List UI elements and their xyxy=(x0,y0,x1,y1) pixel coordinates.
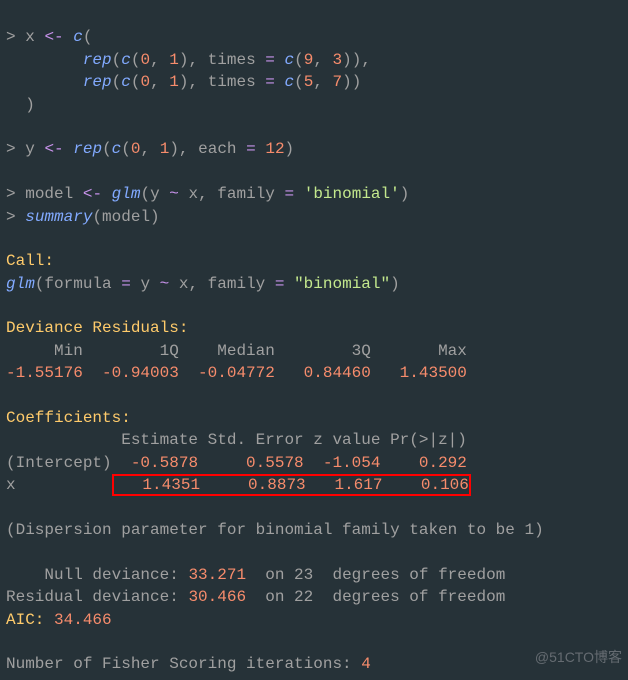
fn-rep: rep xyxy=(83,73,112,91)
highlight-box: 1.4351 0.8873 1.617 0.106 xyxy=(112,474,471,496)
var-x: x xyxy=(25,28,35,46)
dispersion-note: (Dispersion parameter for binomial famil… xyxy=(6,521,544,539)
resid-deviance-row: Residual deviance: 30.466 on 22 degrees … xyxy=(6,588,505,606)
coef-x-row: x 1.4351 0.8873 1.617 0.106 xyxy=(6,474,471,496)
watermark: @51CTO博客 xyxy=(535,648,622,668)
code-line: > x <- c( xyxy=(6,28,92,46)
fn-c: c xyxy=(73,28,83,46)
var-model: model xyxy=(25,185,73,203)
prompt: > xyxy=(6,28,16,46)
fn-rep: rep xyxy=(73,140,102,158)
coefficients-header: Estimate Std. Error z value Pr(>|z|) xyxy=(6,431,467,449)
aic-row: AIC: 34.466 xyxy=(6,611,112,629)
deviance-values: -1.55176 -0.94003 -0.04772 0.84460 1.435… xyxy=(6,364,486,382)
fn-summary: summary xyxy=(25,208,92,226)
code-line: > model <- glm(y ~ x, family = 'binomial… xyxy=(6,185,409,203)
code-line: ) xyxy=(6,96,35,114)
r-console-output: > x <- c( rep(c(0, 1), times = c(9, 3)),… xyxy=(0,0,628,680)
var-y: y xyxy=(25,140,35,158)
deviance-header: Min 1Q Median 3Q Max xyxy=(6,342,486,360)
coefficients-title: Coefficients: xyxy=(6,409,131,427)
coef-intercept-row: (Intercept) -0.5878 0.5578 -1.054 0.292 xyxy=(6,454,467,472)
code-line: rep(c(0, 1), times = c(5, 7)) xyxy=(6,73,361,91)
code-line: rep(c(0, 1), times = c(9, 3)), xyxy=(6,51,371,69)
assign-op: <- xyxy=(44,28,63,46)
fisher-row: Number of Fisher Scoring iterations: 4 xyxy=(6,655,371,673)
output-call: glm(formula = y ~ x, family = "binomial"… xyxy=(6,275,400,293)
code-line: > y <- rep(c(0, 1), each = 12) xyxy=(6,140,294,158)
null-deviance-row: Null deviance: 33.271 on 23 degrees of f… xyxy=(6,566,505,584)
output-call-label: Call: xyxy=(6,252,54,270)
fn-rep: rep xyxy=(83,51,112,69)
code-line: > summary(model) xyxy=(6,208,160,226)
fn-glm: glm xyxy=(112,185,141,203)
deviance-title: Deviance Residuals: xyxy=(6,319,198,337)
